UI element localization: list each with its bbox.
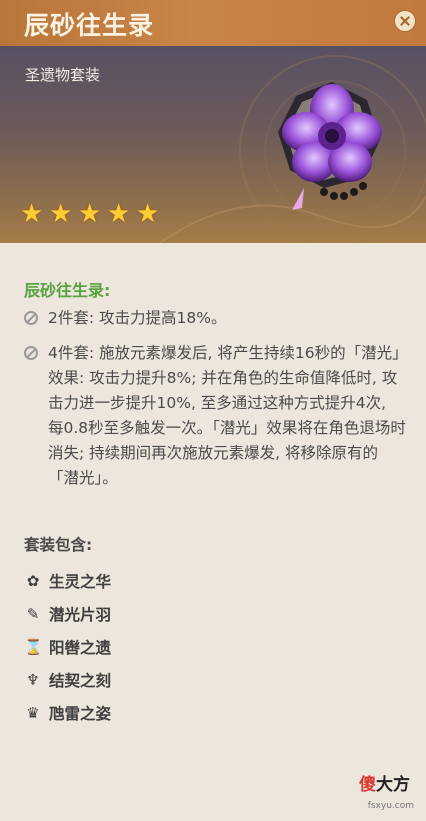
set-type-label: 圣遗物套装 xyxy=(25,66,101,84)
list-item: ♆ 结契之刻 xyxy=(24,663,111,696)
star-icon: ★ xyxy=(107,199,131,229)
artifact-set-card: 辰砂往生录 圣遗物套装 ★ ★ ★ ★ ★ 辰砂往生录: 2件套: 攻击力提高1… xyxy=(0,0,426,821)
inactive-bonus-icon xyxy=(24,346,38,360)
list-item: ✎ 潜光片羽 xyxy=(24,597,111,630)
four-piece-bonus-text: 4件套: 施放元素爆发后, 将产生持续16秒的「潜光」效果: 攻击力提升8%; … xyxy=(48,344,406,487)
title-bar: 辰砂往生录 xyxy=(0,0,426,46)
feather-icon: ✎ xyxy=(26,604,40,623)
four-piece-bonus: 4件套: 施放元素爆发后, 将产生持续16秒的「潜光」效果: 攻击力提升8%; … xyxy=(24,341,406,491)
piece-name: 阳辔之遗 xyxy=(49,638,112,657)
set-pieces-list: ✿ 生灵之华 ✎ 潜光片羽 ⌛ 阳辔之遗 ♆ 结契之刻 ♛ 虺雷之姿 xyxy=(24,564,111,729)
set-name: 辰砂往生录: xyxy=(24,281,111,300)
watermark-red: 傻 xyxy=(359,775,376,795)
star-icon: ★ xyxy=(20,199,44,229)
page-title: 辰砂往生录 xyxy=(24,11,155,40)
piece-name: 潜光片羽 xyxy=(49,605,112,624)
two-piece-bonus: 2件套: 攻击力提高18%。 xyxy=(24,306,406,331)
rarity-stars: ★ ★ ★ ★ ★ xyxy=(20,201,162,231)
star-icon: ★ xyxy=(78,199,102,229)
goblet-icon: ♆ xyxy=(26,670,40,689)
piece-name: 虺雷之姿 xyxy=(49,704,112,723)
set-pieces-label: 套装包含: xyxy=(24,536,93,554)
star-icon: ★ xyxy=(49,199,73,229)
watermark-url: fsxyu.com xyxy=(367,801,414,811)
close-icon[interactable] xyxy=(394,10,416,32)
artifact-flower-icon xyxy=(278,82,382,210)
list-item: ✿ 生灵之华 xyxy=(24,564,111,597)
list-item: ♛ 虺雷之姿 xyxy=(24,696,111,729)
list-item: ⌛ 阳辔之遗 xyxy=(24,630,111,663)
description-panel: 辰砂往生录: 2件套: 攻击力提高18%。 4件套: 施放元素爆发后, 将产生持… xyxy=(0,243,426,821)
piece-name: 生灵之华 xyxy=(49,572,112,591)
watermark-black: 大方 xyxy=(376,775,410,795)
star-icon: ★ xyxy=(136,199,160,229)
inactive-bonus-icon xyxy=(24,311,38,325)
watermark: 傻大方 xyxy=(359,770,410,795)
two-piece-bonus-text: 2件套: 攻击力提高18%。 xyxy=(48,309,227,327)
crown-icon: ♛ xyxy=(26,703,40,722)
flower-icon: ✿ xyxy=(26,571,40,590)
hourglass-icon: ⌛ xyxy=(24,637,43,656)
banner: 圣遗物套装 ★ ★ ★ ★ ★ xyxy=(0,46,426,243)
piece-name: 结契之刻 xyxy=(49,671,112,690)
